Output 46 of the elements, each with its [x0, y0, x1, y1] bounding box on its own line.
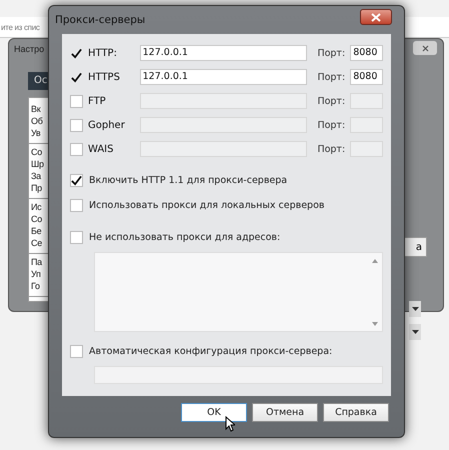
address-field[interactable]: 127.0.0.1 — [140, 45, 308, 61]
option-label: Использовать прокси для локальных серверов — [89, 200, 324, 211]
address-field[interactable] — [140, 117, 308, 133]
close-icon — [371, 12, 381, 22]
scroll-down-icon[interactable] — [372, 322, 378, 326]
port-label: Порт: — [317, 144, 346, 154]
address-list-field[interactable] — [94, 252, 383, 332]
option-label: Автоматическая конфигурация прокси-сервера: — [89, 346, 332, 357]
dialog-button[interactable]: Справка — [323, 403, 389, 422]
port-field[interactable]: 8080 — [350, 45, 383, 61]
port-field[interactable] — [350, 141, 383, 157]
checkbox[interactable] — [70, 174, 83, 187]
checkbox[interactable] — [70, 70, 83, 84]
address-field[interactable]: 127.0.0.1 — [140, 69, 308, 85]
port-label: Порт: — [317, 72, 346, 82]
protocol-label: FTP — [88, 96, 107, 106]
dialog-button[interactable]: Отмена — [252, 403, 318, 422]
port-label: Порт: — [317, 96, 346, 106]
option-label: Не использовать прокси для адресов: — [89, 232, 280, 243]
port-field[interactable] — [350, 93, 383, 109]
close-button[interactable] — [360, 9, 392, 25]
checkbox[interactable] — [70, 142, 83, 156]
window-title: Настро — [14, 44, 44, 54]
checkbox[interactable] — [70, 94, 83, 108]
close-icon — [422, 44, 428, 52]
cursor-icon — [225, 416, 235, 432]
port-field[interactable] — [350, 117, 383, 133]
scroll-up-icon[interactable] — [372, 259, 378, 263]
protocol-label: Gopher — [88, 120, 126, 130]
option-label: Включить HTTP 1.1 для прокси-сервера — [89, 175, 288, 186]
address-field[interactable] — [140, 93, 308, 109]
address-field[interactable] — [140, 141, 308, 157]
port-field[interactable]: 8080 — [350, 69, 383, 85]
checkbox[interactable] — [70, 46, 83, 60]
address-text: ите из спис — [0, 22, 40, 32]
protocol-label: WAIS — [88, 144, 114, 154]
dialog-button[interactable]: OK — [181, 403, 247, 422]
protocol-label: HTTP: — [88, 48, 118, 58]
checkbox[interactable] — [70, 345, 83, 358]
dialog-title: Прокси-серверы — [55, 14, 146, 26]
port-label: Порт: — [317, 120, 346, 130]
checkbox[interactable] — [70, 118, 83, 132]
port-label: Порт: — [317, 48, 346, 58]
protocol-label: HTTPS — [88, 72, 121, 82]
checkbox[interactable] — [70, 199, 83, 212]
checkbox[interactable] — [70, 231, 83, 244]
